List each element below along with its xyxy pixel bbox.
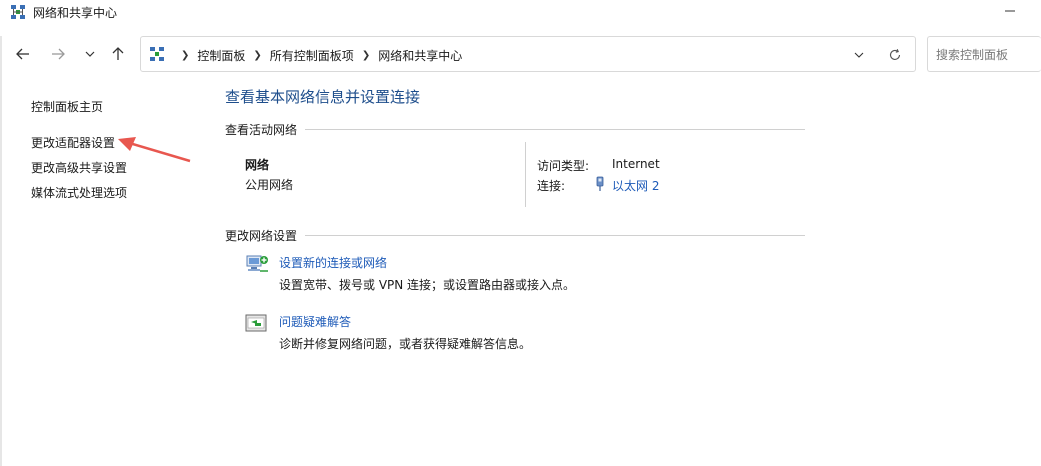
new-connection-icon [246, 255, 268, 272]
title-bar: 网络和共享中心 [0, 0, 1041, 24]
sidebar: 控制面板主页 更改适配器设置 更改高级共享设置 媒体流式处理选项 [0, 80, 200, 466]
ethernet-icon [596, 176, 604, 191]
change-settings-header: 更改网络设置 [225, 227, 805, 243]
setup-connection-link[interactable]: 设置新的连接或网络 [279, 254, 387, 271]
access-type-value: Internet [612, 157, 660, 171]
back-button[interactable] [13, 44, 33, 64]
minimize-icon[interactable] [1003, 4, 1017, 18]
page-title: 查看基本网络信息并设置连接 [225, 88, 421, 106]
active-networks-header: 查看活动网络 [225, 121, 805, 137]
network-name: 网络 [245, 158, 270, 172]
chevron-down-icon [854, 52, 864, 58]
sidebar-item-home[interactable]: 控制面板主页 [31, 98, 103, 115]
section-label: 更改网络设置 [225, 229, 298, 243]
section-divider [305, 235, 805, 236]
chevron-down-icon [85, 51, 95, 57]
network-sharing-center-window: 网络和共享中心 ❯ 控制面板 ❯ 所有控制面板项 ❯ 网络和共享中心 搜索控制面… [0, 0, 1041, 466]
search-input[interactable] [936, 46, 1036, 64]
address-dropdown-button[interactable] [851, 47, 867, 63]
network-center-icon [11, 5, 25, 19]
breadcrumb-separator[interactable]: ❯ [181, 50, 189, 61]
breadcrumb-network-center[interactable]: 网络和共享中心 [378, 47, 462, 64]
troubleshoot-description: 诊断并修复网络问题，或者获得疑难解答信息。 [279, 337, 532, 351]
forward-button[interactable] [48, 44, 68, 64]
control-panel-icon [150, 47, 164, 61]
arrow-up-icon [112, 47, 124, 60]
breadcrumb-control-panel[interactable]: 控制面板 [197, 47, 245, 64]
address-bar[interactable]: ❯ 控制面板 ❯ 所有控制面板项 ❯ 网络和共享中心 [140, 36, 916, 72]
window-title: 网络和共享中心 [33, 6, 118, 20]
sidebar-item-media-streaming[interactable]: 媒体流式处理选项 [31, 184, 127, 201]
navigation-bar: ❯ 控制面板 ❯ 所有控制面板项 ❯ 网络和共享中心 [0, 36, 1041, 72]
refresh-button[interactable] [887, 47, 903, 63]
breadcrumb-separator[interactable]: ❯ [253, 50, 261, 61]
annotation-arrow-icon [118, 137, 191, 163]
sidebar-item-adapter-settings[interactable]: 更改适配器设置 [31, 134, 115, 151]
arrow-right-icon [52, 48, 65, 60]
breadcrumb-separator[interactable]: ❯ [362, 50, 370, 61]
refresh-icon [889, 48, 901, 60]
troubleshoot-link[interactable]: 问题疑难解答 [279, 313, 351, 330]
troubleshoot-icon [245, 314, 267, 332]
breadcrumb: ❯ 控制面板 ❯ 所有控制面板项 ❯ 网络和共享中心 [173, 47, 462, 64]
breadcrumb-all-items[interactable]: 所有控制面板项 [270, 47, 354, 64]
connection-label: 连接: [537, 179, 566, 193]
recent-locations-button[interactable] [80, 44, 100, 64]
section-label: 查看活动网络 [225, 123, 298, 137]
search-box[interactable] [927, 36, 1041, 72]
connection-link[interactable]: 以太网 2 [612, 177, 659, 194]
setup-connection-description: 设置宽带、拨号或 VPN 连接；或设置路由器或接入点。 [279, 278, 576, 292]
up-button[interactable] [108, 44, 128, 64]
section-divider [305, 129, 805, 130]
arrow-left-icon [16, 48, 29, 60]
access-type-label: 访问类型: [537, 159, 590, 173]
vertical-divider [525, 142, 526, 207]
network-category[interactable]: 公用网络 [245, 176, 293, 193]
